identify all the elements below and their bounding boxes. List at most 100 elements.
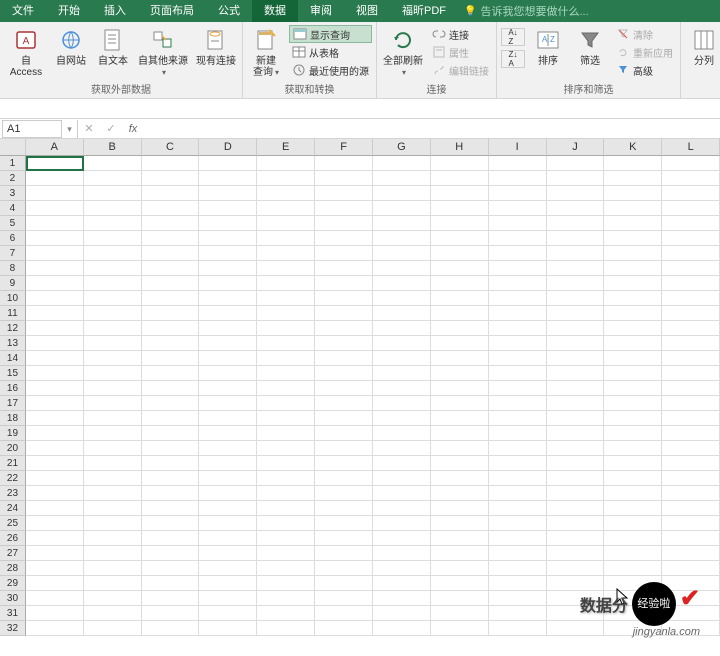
cell-C7[interactable] [142, 246, 200, 261]
sort-asc-button[interactable]: A↓Z [501, 28, 525, 46]
cell-I13[interactable] [489, 336, 547, 351]
cell-E13[interactable] [257, 336, 315, 351]
column-header-A[interactable]: A [26, 139, 84, 156]
cell-G25[interactable] [373, 516, 431, 531]
name-box-dropdown[interactable]: ▾ [62, 120, 78, 138]
cell-L14[interactable] [662, 351, 720, 366]
cell-G15[interactable] [373, 366, 431, 381]
cell-I14[interactable] [489, 351, 547, 366]
row-header-16[interactable]: 16 [0, 381, 26, 396]
cell-I3[interactable] [489, 186, 547, 201]
cell-I17[interactable] [489, 396, 547, 411]
cell-K21[interactable] [604, 456, 662, 471]
name-box[interactable]: A1 [2, 120, 62, 138]
cell-G12[interactable] [373, 321, 431, 336]
cell-B5[interactable] [84, 216, 142, 231]
clear-filter-button[interactable]: 清除 [613, 25, 676, 43]
cell-I24[interactable] [489, 501, 547, 516]
cell-F24[interactable] [315, 501, 373, 516]
cell-H14[interactable] [431, 351, 489, 366]
cell-G29[interactable] [373, 576, 431, 591]
cell-L7[interactable] [662, 246, 720, 261]
cell-D10[interactable] [199, 291, 257, 306]
cell-A20[interactable] [26, 441, 84, 456]
cell-D27[interactable] [199, 546, 257, 561]
cell-K19[interactable] [604, 426, 662, 441]
cell-D13[interactable] [199, 336, 257, 351]
cell-F2[interactable] [315, 171, 373, 186]
cell-G11[interactable] [373, 306, 431, 321]
cell-L3[interactable] [662, 186, 720, 201]
cell-H15[interactable] [431, 366, 489, 381]
cell-G31[interactable] [373, 606, 431, 621]
cell-B24[interactable] [84, 501, 142, 516]
from-text-button[interactable]: 自文本 [94, 24, 132, 67]
cell-E21[interactable] [257, 456, 315, 471]
cell-A7[interactable] [26, 246, 84, 261]
row-header-2[interactable]: 2 [0, 171, 26, 186]
row-header-26[interactable]: 26 [0, 531, 26, 546]
cell-G27[interactable] [373, 546, 431, 561]
cell-H7[interactable] [431, 246, 489, 261]
cell-C15[interactable] [142, 366, 200, 381]
cell-A3[interactable] [26, 186, 84, 201]
cell-K2[interactable] [604, 171, 662, 186]
row-header-15[interactable]: 15 [0, 366, 26, 381]
from-access-button[interactable]: A 自 Access [4, 24, 48, 78]
cell-D12[interactable] [199, 321, 257, 336]
cell-L20[interactable] [662, 441, 720, 456]
cell-A6[interactable] [26, 231, 84, 246]
cell-D20[interactable] [199, 441, 257, 456]
cell-D17[interactable] [199, 396, 257, 411]
cell-E10[interactable] [257, 291, 315, 306]
cell-B10[interactable] [84, 291, 142, 306]
cell-A26[interactable] [26, 531, 84, 546]
cell-F5[interactable] [315, 216, 373, 231]
cell-H24[interactable] [431, 501, 489, 516]
cell-B6[interactable] [84, 231, 142, 246]
cell-K26[interactable] [604, 531, 662, 546]
sort-desc-button[interactable]: Z↓A [501, 50, 525, 68]
row-header-18[interactable]: 18 [0, 411, 26, 426]
cell-A11[interactable] [26, 306, 84, 321]
cell-I7[interactable] [489, 246, 547, 261]
cell-H2[interactable] [431, 171, 489, 186]
cell-K20[interactable] [604, 441, 662, 456]
cell-E30[interactable] [257, 591, 315, 606]
row-header-8[interactable]: 8 [0, 261, 26, 276]
tab-view[interactable]: 视图 [344, 0, 390, 22]
cell-C28[interactable] [142, 561, 200, 576]
cell-J25[interactable] [547, 516, 605, 531]
cell-B13[interactable] [84, 336, 142, 351]
cell-E11[interactable] [257, 306, 315, 321]
cell-E27[interactable] [257, 546, 315, 561]
cell-G1[interactable] [373, 156, 431, 171]
row-header-4[interactable]: 4 [0, 201, 26, 216]
cell-D23[interactable] [199, 486, 257, 501]
row-header-24[interactable]: 24 [0, 501, 26, 516]
cell-I31[interactable] [489, 606, 547, 621]
cell-F22[interactable] [315, 471, 373, 486]
cell-G4[interactable] [373, 201, 431, 216]
row-header-19[interactable]: 19 [0, 426, 26, 441]
cell-J1[interactable] [547, 156, 605, 171]
cell-F10[interactable] [315, 291, 373, 306]
cell-L1[interactable] [662, 156, 720, 171]
cell-A28[interactable] [26, 561, 84, 576]
row-header-11[interactable]: 11 [0, 306, 26, 321]
cell-G22[interactable] [373, 471, 431, 486]
cell-E14[interactable] [257, 351, 315, 366]
cell-G19[interactable] [373, 426, 431, 441]
cell-J16[interactable] [547, 381, 605, 396]
cell-H12[interactable] [431, 321, 489, 336]
cell-L19[interactable] [662, 426, 720, 441]
column-header-I[interactable]: I [489, 139, 547, 156]
cell-F1[interactable] [315, 156, 373, 171]
cell-C29[interactable] [142, 576, 200, 591]
cell-C2[interactable] [142, 171, 200, 186]
cell-D24[interactable] [199, 501, 257, 516]
cell-H8[interactable] [431, 261, 489, 276]
cell-A15[interactable] [26, 366, 84, 381]
cell-J27[interactable] [547, 546, 605, 561]
cell-L25[interactable] [662, 516, 720, 531]
